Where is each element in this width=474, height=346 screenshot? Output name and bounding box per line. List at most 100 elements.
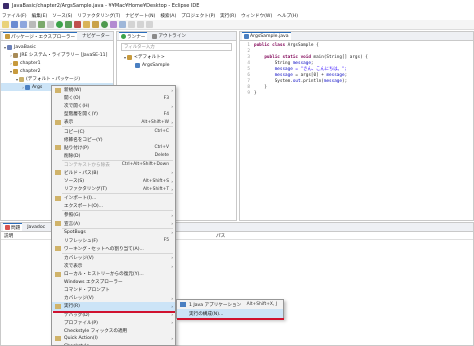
context-menu-item[interactable]: 開く(O) F3 xyxy=(52,94,175,102)
menu-3[interactable]: リファクタリング(T) xyxy=(77,13,120,19)
menu-0[interactable]: ファイル(F) xyxy=(2,13,27,19)
menu-item-label: コンテキストから除去 xyxy=(64,162,110,168)
context-menu-item[interactable]: Quick Action(I) › xyxy=(52,335,175,343)
context-menu-item[interactable]: 次で表示 › xyxy=(52,262,175,270)
new-java-project-icon[interactable] xyxy=(83,21,90,28)
context-menu-item[interactable]: コピー(C) Ctrl+C xyxy=(52,127,175,135)
context-menu-item[interactable]: リファクタリング(T) Alt+Shift+T › xyxy=(52,185,175,193)
context-menu-item[interactable]: 表示 Alt+Shift+W › xyxy=(52,118,175,126)
context-menu-item[interactable]: SpotBugs › xyxy=(52,229,175,237)
run-icon[interactable] xyxy=(56,21,63,28)
menu-item-label: Checkstyle フィックスの適用 xyxy=(64,328,128,334)
tab-label: ナビゲーター xyxy=(82,34,110,39)
tab-label: ArgsSample.java xyxy=(250,34,289,39)
menu-item-icon xyxy=(55,87,61,93)
context-menu-item[interactable]: ワーキング・セットへの割り当て(A)... xyxy=(52,245,175,253)
save-all-icon[interactable] xyxy=(20,21,27,28)
tab-label: パッケージ・エクスプローラー xyxy=(11,34,76,40)
context-menu-item[interactable]: 宣言(A) › xyxy=(52,220,175,228)
context-menu-item[interactable]: 修飾名をコピー(Y) xyxy=(52,136,175,144)
column-description[interactable]: 説明 xyxy=(4,233,13,239)
menu-6[interactable]: プロジェクト(P) xyxy=(181,13,215,19)
context-menu-item[interactable]: コマンド・プロンプト xyxy=(52,286,175,294)
filter-input[interactable]: フィルター入力 xyxy=(121,43,232,51)
back-icon[interactable] xyxy=(137,21,144,28)
context-menu-item[interactable]: エクスポート(O)... xyxy=(52,202,175,210)
package-tree: ▾ JavaBasic › JRE システム・ライブラリー [JavaSE-11] › c… xyxy=(1,41,113,91)
external-tools-icon[interactable] xyxy=(74,21,81,28)
menu-4[interactable]: ナビゲート(N) xyxy=(125,13,155,19)
context-menu-item[interactable]: 型階層を開く(Y) F4 xyxy=(52,110,175,118)
context-menu-item[interactable]: 新規(W) › xyxy=(52,86,175,94)
menu-5[interactable]: 検索(A) xyxy=(160,13,176,19)
tree-item[interactable]: ▾ <デフォルト> xyxy=(117,53,236,61)
open-type-icon[interactable] xyxy=(110,21,117,28)
menu-item-label: 開く(O) xyxy=(64,96,81,102)
menu-7[interactable]: 実行(R) xyxy=(220,13,236,19)
column-path[interactable]: パス xyxy=(216,233,225,239)
submenu-arrow-icon: › xyxy=(171,186,173,192)
context-menu-item[interactable]: ローカル・ヒストリーからの復元(Y)... xyxy=(52,270,175,278)
new-icon[interactable] xyxy=(2,21,9,28)
submenu-arrow-icon: › xyxy=(171,320,173,326)
submenu-item[interactable]: 実行の構成(N)... xyxy=(177,309,283,318)
menu-item-icon xyxy=(55,119,61,125)
context-menu-item[interactable]: 参照(G) › xyxy=(52,211,175,219)
context-menu-item[interactable]: 削除(D) Delete xyxy=(52,152,175,160)
next-annotation-icon[interactable] xyxy=(128,21,135,28)
tab-outline[interactable]: アウトライン xyxy=(150,32,188,40)
menu-item-label: リファクタリング(T) xyxy=(64,187,107,193)
tab-runner[interactable]: ランナー xyxy=(119,32,148,40)
context-menu-item[interactable]: 実行(R) › xyxy=(52,302,175,311)
tab-args-sample-java[interactable]: ArgsSample.java xyxy=(242,32,291,40)
tab-javadoc[interactable]: Javadoc xyxy=(25,223,47,231)
context-menu-item[interactable]: インポート(I)... xyxy=(52,194,175,202)
new-class-icon[interactable] xyxy=(101,21,108,28)
tree-item[interactable]: › JRE システム・ライブラリー [JavaSE-11] xyxy=(1,51,113,59)
code-area[interactable]: 1 public class ArgsSample {2 3 public stat… xyxy=(240,41,473,97)
code-token: message xyxy=(323,79,342,84)
tree-item[interactable]: ArgsSample xyxy=(117,61,236,69)
context-menu-item[interactable]: コンテキストから除去 Ctrl+Alt+Shift+Down xyxy=(52,161,175,169)
tab-navigator[interactable]: ナビゲーター xyxy=(80,32,112,40)
menu-2[interactable]: ソース(S) xyxy=(52,13,72,19)
tree-item[interactable]: ▾ chapter2 xyxy=(1,67,113,75)
menu-9[interactable]: ヘルプ(H) xyxy=(277,13,298,19)
menu-item-label: ローカル・ヒストリーからの復元(Y)... xyxy=(64,272,144,278)
context-menu-item[interactable]: ビルド・パス(B) › xyxy=(52,169,175,177)
context-menu-item[interactable]: 貼り付け(P) Ctrl+V xyxy=(52,144,175,152)
menu-item-label: Windows エクスプローラー xyxy=(64,280,123,286)
code-token: } xyxy=(254,91,257,96)
context-menu-item[interactable]: リフレッシュ(F) F5 xyxy=(52,237,175,245)
context-menu-item[interactable]: カバレッジ(V) › xyxy=(52,254,175,262)
context-menu-item[interactable]: Checkstyle フィックスの適用 xyxy=(52,327,175,335)
menu-8[interactable]: ウィンドウ(W) xyxy=(241,13,272,19)
context-menu-item[interactable]: ソース(S) Alt+Shift+S › xyxy=(52,177,175,185)
menu-item-icon xyxy=(55,246,61,252)
tree-item[interactable]: ▾ JavaBasic xyxy=(1,43,113,51)
forward-icon[interactable] xyxy=(146,21,153,28)
menu-item-label: Quick Action(I) xyxy=(64,336,98,342)
new-package-icon[interactable] xyxy=(92,21,99,28)
context-menu-item[interactable]: 次で開く(H) › xyxy=(52,102,175,110)
menu-item-icon xyxy=(55,255,61,260)
problems-icon xyxy=(5,225,10,230)
save-icon[interactable] xyxy=(11,21,18,28)
build-icon[interactable] xyxy=(29,21,36,28)
tree-item-label: chapter1 xyxy=(20,60,41,66)
tree-item[interactable]: › chapter1 xyxy=(1,59,113,67)
context-menu-item[interactable]: プロファイル(P) › xyxy=(52,319,175,327)
submenu-item[interactable]: 1 Java アプリケーション Alt+Shift+X, J xyxy=(177,300,283,309)
tab-package-explorer[interactable]: パッケージ・エクスプローラー xyxy=(3,32,78,40)
tree-item[interactable]: ▾ (デフォルト・パッケージ) xyxy=(1,75,113,83)
editor-tabs: ArgsSample.java xyxy=(240,32,473,41)
menu-1[interactable]: 編集(E) xyxy=(32,13,48,19)
context-menu-item[interactable]: Windows エクスプローラー xyxy=(52,278,175,286)
tab-problems[interactable]: 問題 xyxy=(3,223,23,231)
context-menu-item[interactable]: カバレッジ(V) › xyxy=(52,294,175,302)
coverage-icon[interactable] xyxy=(65,21,72,28)
tree-node-icon xyxy=(13,68,18,74)
skip-breakpoints-icon[interactable] xyxy=(47,21,54,28)
debug-icon[interactable] xyxy=(38,21,45,28)
search-icon[interactable] xyxy=(119,21,126,28)
